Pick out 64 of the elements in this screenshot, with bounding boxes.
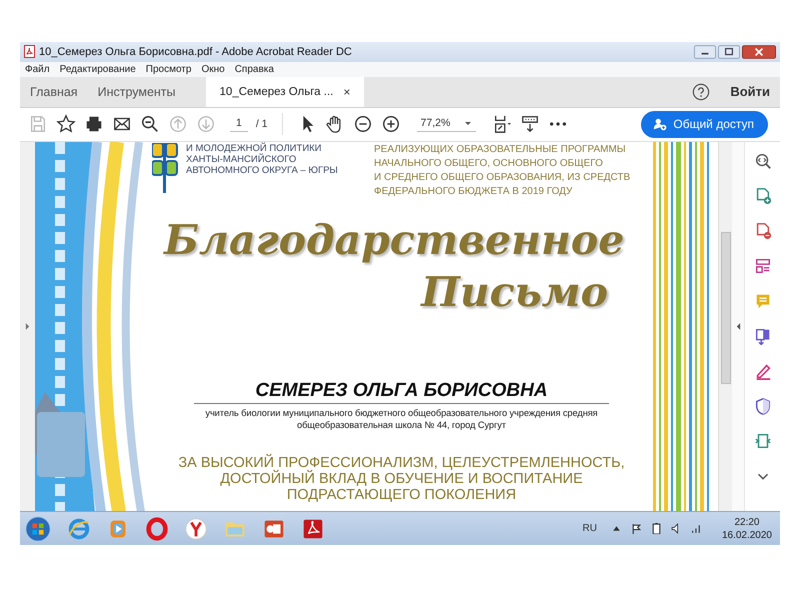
zoom-out-icon[interactable] bbox=[352, 114, 373, 134]
menu-item[interactable]: Редактирование bbox=[60, 64, 136, 75]
merit-text: ДОСТОЙНЫЙ ВКЛАД В ОБУЧЕНИЕ И ВОСПИТАНИЕ bbox=[220, 470, 583, 487]
zoom-search-icon[interactable] bbox=[754, 152, 772, 170]
battery-icon[interactable] bbox=[650, 523, 662, 534]
close-button[interactable] bbox=[742, 44, 776, 59]
document-tab[interactable]: 10_Семерез Ольга ... × bbox=[206, 76, 364, 107]
organize-pages-icon[interactable] bbox=[754, 256, 772, 275]
pen-icon[interactable] bbox=[754, 362, 772, 380]
pdf-icon bbox=[24, 45, 35, 58]
shield-icon[interactable] bbox=[754, 396, 772, 415]
share-button[interactable]: Общий доступ bbox=[641, 110, 768, 138]
collapse-panel-arrow-icon[interactable] bbox=[736, 322, 740, 331]
zoom-in-icon[interactable] bbox=[380, 114, 401, 134]
zoom-search-icon[interactable] bbox=[140, 114, 160, 134]
tab[interactable]: Инструменты bbox=[88, 76, 186, 107]
page-number-field[interactable]: 1 bbox=[230, 116, 248, 132]
menu-item[interactable]: Окно bbox=[201, 64, 225, 75]
combine-files-icon[interactable] bbox=[754, 326, 772, 345]
clock-time[interactable]: 22:20 bbox=[734, 516, 760, 529]
organization-line: ХАНТЫ-МАНСИЙСКОГО bbox=[186, 154, 298, 165]
tab[interactable]: Главная bbox=[20, 76, 88, 107]
certificate-title: Письмо bbox=[419, 266, 609, 316]
photo-placeholder bbox=[37, 412, 85, 477]
language-indicator[interactable]: RU bbox=[582, 523, 597, 534]
printer-icon[interactable] bbox=[84, 114, 104, 134]
scrollbar-thumb[interactable] bbox=[721, 232, 731, 384]
position-text: учитель биологии муниципального бюджетного общеобразовательного учреждения средняя bbox=[205, 406, 598, 419]
certificate-title: Благодарственное bbox=[162, 214, 626, 264]
clock-date[interactable]: 16.02.2020 bbox=[722, 528, 772, 542]
minimize-button[interactable] bbox=[694, 44, 716, 59]
header-line: И СРЕДНЕГО ОБЩЕГО ОБРАЗОВАНИЯ, ИЗ СРЕДСТВ bbox=[374, 172, 630, 184]
window-title: 10_Семерез Ольга Борисовна.pdf - Adobe Acrobat Reader DC bbox=[39, 46, 352, 58]
header-line: ФЕДЕРАЛЬНОГО БЮДЖЕТА В 2019 ГОДУ bbox=[374, 186, 574, 198]
merit-text: ПОДРАСТАЮЩЕГО ПОКОЛЕНИЯ bbox=[286, 486, 516, 503]
yandex-browser-icon[interactable] bbox=[183, 516, 209, 542]
fit-page-icon[interactable] bbox=[492, 114, 512, 134]
expand-panel-arrow-icon[interactable] bbox=[25, 322, 30, 331]
recipient-name: СЕМЕРЕЗ ОЛЬГА БОРИСОВНА bbox=[255, 380, 548, 402]
flag-icon[interactable] bbox=[630, 523, 642, 534]
start-button[interactable] bbox=[24, 514, 52, 543]
sign-in-link[interactable]: Войти bbox=[730, 84, 770, 100]
scrollbar[interactable] bbox=[718, 142, 732, 512]
organization-line: И МОЛОДЕЖНОЙ ПОЛИТИКИ bbox=[186, 142, 323, 154]
page-total: / 1 bbox=[256, 118, 268, 130]
add-user-icon bbox=[653, 117, 668, 132]
menu-item[interactable]: Файл bbox=[25, 64, 50, 75]
opera-icon[interactable] bbox=[144, 516, 170, 542]
star-icon[interactable] bbox=[56, 114, 76, 134]
close-tab-button[interactable]: × bbox=[343, 84, 350, 99]
position-text: общеобразовательная школа № 44, город Сургут bbox=[297, 418, 506, 431]
signal-icon[interactable] bbox=[690, 523, 702, 534]
organization-line: АВТОНОМНОГО ОКРУГА – ЮГРЫ bbox=[186, 164, 338, 176]
zoom-dropdown[interactable]: 77,2% bbox=[416, 116, 476, 132]
menu-item[interactable]: Просмотр bbox=[146, 64, 192, 75]
merit-text: ЗА ВЫСОКИЙ ПРОФЕССИОНАЛИЗМ, ЦЕЛЕУСТРЕМЛЕННОСТЬ, bbox=[178, 454, 625, 471]
menu-item[interactable]: Справка bbox=[234, 64, 274, 75]
compress-pdf-icon[interactable] bbox=[754, 432, 772, 450]
scroll-mode-icon[interactable] bbox=[520, 114, 540, 134]
help-icon[interactable] bbox=[692, 82, 710, 101]
header-line: НАЧАЛЬНОГО ОБЩЕГО, ОСНОВНОГО ОБЩЕГО bbox=[374, 158, 604, 170]
header-line: РЕАЛИЗУЮЩИХ ОБРАЗОВАТЕЛЬНЫЕ ПРОГРАММЫ bbox=[374, 144, 627, 156]
maximize-button[interactable] bbox=[718, 44, 740, 59]
logo-icon bbox=[152, 142, 178, 193]
